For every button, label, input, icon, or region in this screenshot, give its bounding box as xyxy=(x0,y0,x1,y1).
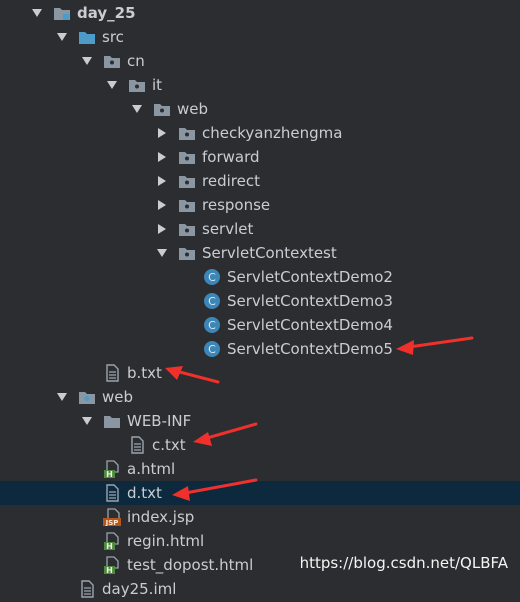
expand-arrow-down-icon[interactable] xyxy=(30,6,44,20)
class-icon: C xyxy=(203,292,221,310)
collapse-arrow-right-icon[interactable] xyxy=(155,198,169,212)
tree-item-c-txt[interactable]: c.txt xyxy=(0,433,520,457)
text-file-icon xyxy=(103,364,121,382)
tree-item-label: cn xyxy=(127,52,145,70)
text-file-icon xyxy=(128,436,146,454)
tree-item-a-html[interactable]: Ha.html xyxy=(0,457,520,481)
package-icon xyxy=(153,100,171,118)
tree-item-index-jsp[interactable]: JSP index.jsp xyxy=(0,505,520,529)
web-folder-icon xyxy=(78,388,96,406)
svg-text:C: C xyxy=(208,343,216,356)
tree-item-label: regin.html xyxy=(127,532,205,550)
tree-item-label: c.txt xyxy=(152,436,186,454)
tree-item-servlet[interactable]: servlet xyxy=(0,217,520,241)
tree-item-label: index.jsp xyxy=(127,508,195,526)
tree-item-it[interactable]: it xyxy=(0,73,520,97)
iml-file-icon xyxy=(78,580,96,598)
tree-item-servletcontextdemo3[interactable]: C ServletContextDemo3 xyxy=(0,289,520,313)
tree-item-b-txt[interactable]: b.txt xyxy=(0,361,520,385)
source-folder-icon xyxy=(78,28,96,46)
expand-arrow-down-icon[interactable] xyxy=(155,246,169,260)
class-icon: C xyxy=(203,340,221,358)
package-icon xyxy=(178,220,196,238)
tree-item-servletcontextdemo4[interactable]: C ServletContextDemo4 xyxy=(0,313,520,337)
tree-item-label: b.txt xyxy=(127,364,162,382)
collapse-arrow-right-icon[interactable] xyxy=(155,222,169,236)
tree-item-web[interactable]: web xyxy=(0,97,520,121)
expand-arrow-down-icon[interactable] xyxy=(80,414,94,428)
collapse-arrow-right-icon[interactable] xyxy=(155,174,169,188)
package-icon xyxy=(178,196,196,214)
tree-item-label: ServletContextDemo5 xyxy=(227,340,393,358)
tree-item-label: response xyxy=(202,196,271,214)
svg-text:C: C xyxy=(208,295,216,308)
tree-item-label: src xyxy=(102,28,124,46)
package-icon xyxy=(178,148,196,166)
project-tree: day_25 src cn it web checkyanzhengma forward re… xyxy=(0,0,520,598)
jsp-file-icon: JSP xyxy=(103,508,121,527)
tree-item-forward[interactable]: forward xyxy=(0,145,520,169)
package-icon xyxy=(178,124,196,142)
tree-item-cn[interactable]: cn xyxy=(0,49,520,73)
tree-item-label: day25.iml xyxy=(102,580,177,598)
expand-arrow-down-icon[interactable] xyxy=(105,78,119,92)
tree-item-src[interactable]: src xyxy=(0,25,520,49)
module-folder-icon xyxy=(53,4,71,22)
tree-item-servletcontextdemo5[interactable]: C ServletContextDemo5 xyxy=(0,337,520,361)
tree-item-label: a.html xyxy=(127,460,176,478)
tree-item-label: forward xyxy=(202,148,260,166)
class-icon: C xyxy=(203,268,221,286)
tree-item-label: day_25 xyxy=(77,4,136,22)
svg-text:H: H xyxy=(106,566,113,574)
tree-item-label: it xyxy=(152,76,163,94)
tree-item-regin-html[interactable]: Hregin.html xyxy=(0,529,520,553)
expand-arrow-down-icon[interactable] xyxy=(130,102,144,116)
package-icon xyxy=(178,172,196,190)
html-file-icon: H xyxy=(103,460,121,479)
package-icon xyxy=(103,52,121,70)
tree-item-servletcontextdemo2[interactable]: C ServletContextDemo2 xyxy=(0,265,520,289)
tree-item-servletcontextest[interactable]: ServletContextest xyxy=(0,241,520,265)
tree-item-day25-iml[interactable]: day25.iml xyxy=(0,577,520,601)
tree-item-label: redirect xyxy=(202,172,260,190)
class-icon: C xyxy=(203,316,221,334)
tree-item-label: checkyanzhengma xyxy=(202,124,343,142)
tree-item-label: servlet xyxy=(202,220,254,238)
tree-item-web[interactable]: web xyxy=(0,385,520,409)
svg-text:C: C xyxy=(208,319,216,332)
expand-arrow-down-icon[interactable] xyxy=(55,390,69,404)
svg-text:H: H xyxy=(106,470,113,478)
tree-item-label: web xyxy=(177,100,209,118)
package-icon xyxy=(128,76,146,94)
svg-text:H: H xyxy=(106,542,113,550)
folder-icon xyxy=(103,412,121,430)
html-file-icon: H xyxy=(103,556,121,575)
tree-item-web-inf[interactable]: WEB-INF xyxy=(0,409,520,433)
tree-item-label: test_dopost.html xyxy=(127,556,254,574)
tree-item-label: WEB-INF xyxy=(127,412,192,430)
tree-item-day-25[interactable]: day_25 xyxy=(0,1,520,25)
svg-text:C: C xyxy=(208,271,216,284)
tree-item-response[interactable]: response xyxy=(0,193,520,217)
tree-item-label: ServletContextDemo4 xyxy=(227,316,393,334)
text-file-icon xyxy=(103,484,121,502)
collapse-arrow-right-icon[interactable] xyxy=(155,126,169,140)
expand-arrow-down-icon[interactable] xyxy=(80,54,94,68)
tree-item-label: web xyxy=(102,388,134,406)
package-icon xyxy=(178,244,196,262)
tree-item-d-txt[interactable]: d.txt xyxy=(0,481,520,505)
tree-item-label: ServletContextDemo3 xyxy=(227,292,393,310)
tree-item-label: ServletContextest xyxy=(202,244,337,262)
tree-item-label: d.txt xyxy=(127,484,162,502)
html-file-icon: H xyxy=(103,532,121,551)
svg-text:JSP: JSP xyxy=(105,519,119,526)
tree-item-checkyanzhengma[interactable]: checkyanzhengma xyxy=(0,121,520,145)
watermark: https://blog.csdn.net/QLBFA xyxy=(299,554,508,572)
collapse-arrow-right-icon[interactable] xyxy=(155,150,169,164)
tree-item-redirect[interactable]: redirect xyxy=(0,169,520,193)
expand-arrow-down-icon[interactable] xyxy=(55,30,69,44)
tree-item-label: ServletContextDemo2 xyxy=(227,268,393,286)
